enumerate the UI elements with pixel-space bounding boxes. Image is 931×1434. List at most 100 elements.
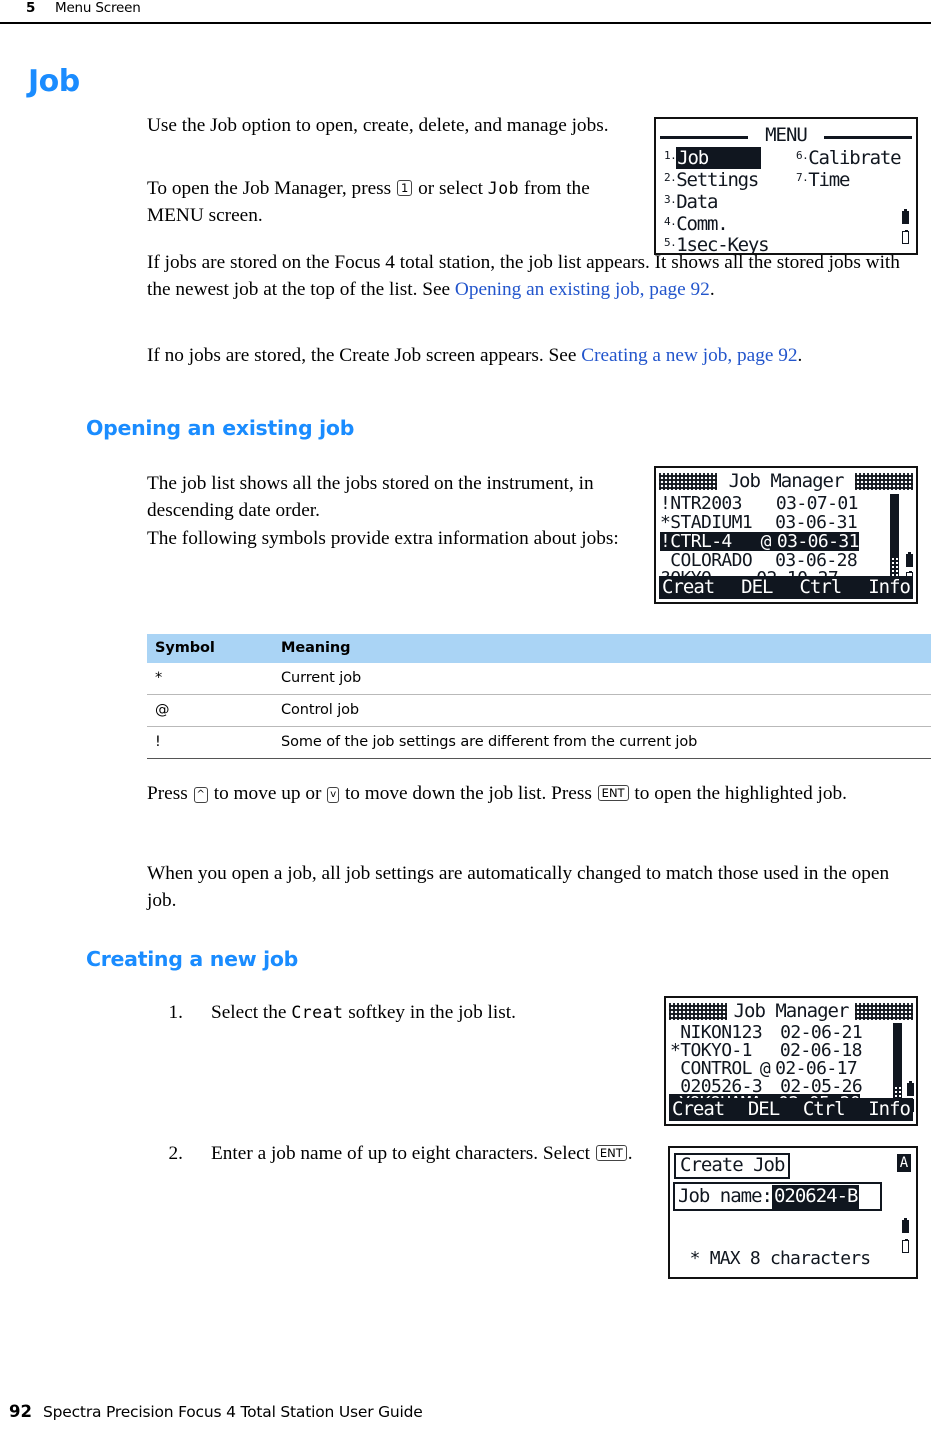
p4-text-b: .: [797, 345, 803, 366]
menu-item-label: Job: [676, 147, 710, 169]
softkey-bar: Creat DEL Ctrl Info: [669, 1098, 913, 1121]
menu-item-label: Settings: [676, 169, 759, 191]
row-control-marker: @: [760, 531, 772, 552]
step-1-number: 1.: [168, 1002, 183, 1023]
softkey-ctrl[interactable]: Ctrl: [799, 576, 842, 599]
battery-icon: [907, 1080, 914, 1096]
menu-index: 6.: [796, 149, 809, 162]
running-header: 5 Menu Screen: [0, 0, 931, 26]
symbol-meaning-table: Symbol Meaning * Current job @ Control j…: [147, 634, 931, 759]
job-list-row[interactable]: *STADIUM1 03-06-31: [660, 512, 858, 533]
step-1-text-b: softkey in the job list.: [343, 1002, 516, 1023]
key-up-arrow: ^: [193, 787, 208, 803]
job-manager-title-bar: Job Manager: [669, 1000, 913, 1023]
menu-item-label: Comm.: [676, 213, 728, 235]
battery-icon-secondary: [902, 1238, 909, 1253]
key-1: 1: [397, 180, 413, 196]
softkey-del[interactable]: DEL: [741, 576, 773, 599]
footer-page-number: 92: [9, 1402, 32, 1421]
row-flag: *: [660, 512, 671, 533]
step-1-text: Select the Creat softkey in the job list…: [211, 1000, 516, 1027]
menu-item-data[interactable]: 3.Data: [664, 190, 718, 213]
paragraph-job-list-order: The job list shows all the jobs stored o…: [147, 473, 594, 521]
job-name-label: Job name:: [678, 1185, 773, 1207]
softkey-del[interactable]: DEL: [748, 1098, 780, 1121]
softkey-creat[interactable]: Creat: [662, 576, 715, 599]
lcd-screenshot-menu: MENU 1.Job 2.Settings 3.Data 4.Comm. 5.1…: [654, 117, 918, 255]
menu-title: MENU: [765, 124, 808, 146]
key-ent: ENT: [597, 785, 629, 801]
menu-item-settings[interactable]: 2.Settings: [664, 168, 759, 191]
menu-item-label: Data: [676, 191, 718, 213]
key-ent: ENT: [595, 1145, 627, 1161]
col-header-meaning: Meaning: [273, 634, 931, 663]
xref-creating-a-new-job[interactable]: Creating a new job, page 92: [581, 345, 797, 366]
softkey-creat[interactable]: Creat: [672, 1098, 725, 1121]
scrollbar-thumb[interactable]: [893, 1023, 902, 1087]
menu-item-label: Calibrate: [808, 147, 901, 169]
softkey-ctrl[interactable]: Ctrl: [803, 1098, 846, 1121]
cell-symbol: @: [147, 694, 273, 727]
row-flag: !: [660, 493, 671, 514]
paragraph-job-intro: Use the Job option to open, create, dele…: [147, 115, 609, 136]
menu-index: 7.: [796, 171, 809, 184]
job-manager-title: Job Manager: [669, 1000, 913, 1022]
paragraph-symbols-intro: The following symbols provide extra info…: [147, 528, 619, 549]
job-list-row-selected[interactable]: !CTRL-4 @03-06-31: [660, 532, 859, 551]
step-2-text: Enter a job name of up to eight characte…: [211, 1141, 633, 1168]
p7-text-a: Press: [147, 783, 193, 804]
scrollbar-thumb[interactable]: [890, 494, 899, 556]
p4-text-a: If no jobs are stored, the Create Job sc…: [147, 345, 582, 366]
table-row: * Current job: [147, 663, 931, 695]
xref-opening-an-existing-job[interactable]: Opening an existing job, page 92: [455, 279, 710, 300]
step-2-text-a: Enter a job name of up to eight characte…: [211, 1143, 595, 1164]
job-list-row[interactable]: !NTR2003 03-07-01: [660, 494, 858, 513]
menu-item-label: Time: [808, 169, 850, 191]
paragraph-open-job-settings: When you open a job, all job settings ar…: [147, 863, 890, 911]
step-2-number: 2.: [168, 1143, 183, 1164]
footer-guide-title: Spectra Precision Focus 4 Total Station …: [43, 1403, 423, 1421]
battery-icon: [906, 551, 913, 567]
cell-meaning: Current job: [273, 663, 931, 695]
menu-index: 3.: [664, 193, 677, 206]
row-date: 03-07-01: [775, 493, 859, 514]
heading-creating-a-new-job: Creating a new job: [86, 947, 299, 971]
paragraph-navigate-job-list: Press ^ to move up or v to move down the…: [147, 781, 919, 808]
header-chapter-title: Menu Screen: [55, 0, 141, 16]
menu-index: 5.: [664, 236, 677, 249]
menu-index: 2.: [664, 171, 677, 184]
menu-item-time[interactable]: 7.Time: [796, 168, 850, 191]
menu-title-bar: MENU: [660, 126, 912, 145]
job-manager-title: Job Manager: [659, 470, 913, 492]
softkey-info[interactable]: Info: [868, 576, 911, 599]
cell-symbol: !: [147, 726, 273, 759]
menu-item-job[interactable]: 1.Job: [664, 146, 762, 169]
table-row: ! Some of the job settings are different…: [147, 726, 931, 759]
p2-text-a: To open the Job Manager, press: [147, 178, 397, 199]
lcd-screenshot-create-job: Create Job Job name: 020624-B A * MAX 8 c…: [668, 1146, 918, 1279]
cell-meaning: Control job: [273, 694, 931, 727]
menu-item-1sec-keys[interactable]: 5.1sec-Keys: [664, 233, 770, 253]
row-name: STADIUM1: [670, 512, 753, 533]
lcd-term-creat: Creat: [291, 1003, 344, 1022]
battery-icon: [902, 208, 909, 224]
alpha-mode-indicator: A: [897, 1154, 911, 1172]
table-row: @ Control job: [147, 694, 931, 727]
battery-icon-secondary: [902, 229, 909, 244]
menu-item-comm[interactable]: 4.Comm.: [664, 212, 729, 235]
col-header-symbol: Symbol: [147, 634, 273, 663]
softkey-info[interactable]: Info: [868, 1098, 911, 1121]
menu-item-calibrate[interactable]: 6.Calibrate: [796, 146, 902, 169]
paragraph-open-job-manager: To open the Job Manager, press 1 or sele…: [147, 176, 647, 229]
paragraph-jobs-stored: If jobs are stored on the Focus 4 total …: [147, 250, 919, 303]
row-date: 03-06-31: [775, 512, 858, 533]
header-chapter-number: 5: [26, 0, 36, 16]
job-name-field[interactable]: Job name: 020624-B: [673, 1182, 882, 1211]
step-1-text-a: Select the: [211, 1002, 292, 1023]
cell-symbol: *: [147, 663, 273, 695]
page-title: Job: [28, 64, 80, 99]
menu-index: 4.: [664, 215, 677, 228]
header-rule: [0, 22, 931, 25]
step-2-text-b: .: [627, 1143, 633, 1164]
max-characters-note: * MAX 8 characters: [689, 1248, 871, 1269]
